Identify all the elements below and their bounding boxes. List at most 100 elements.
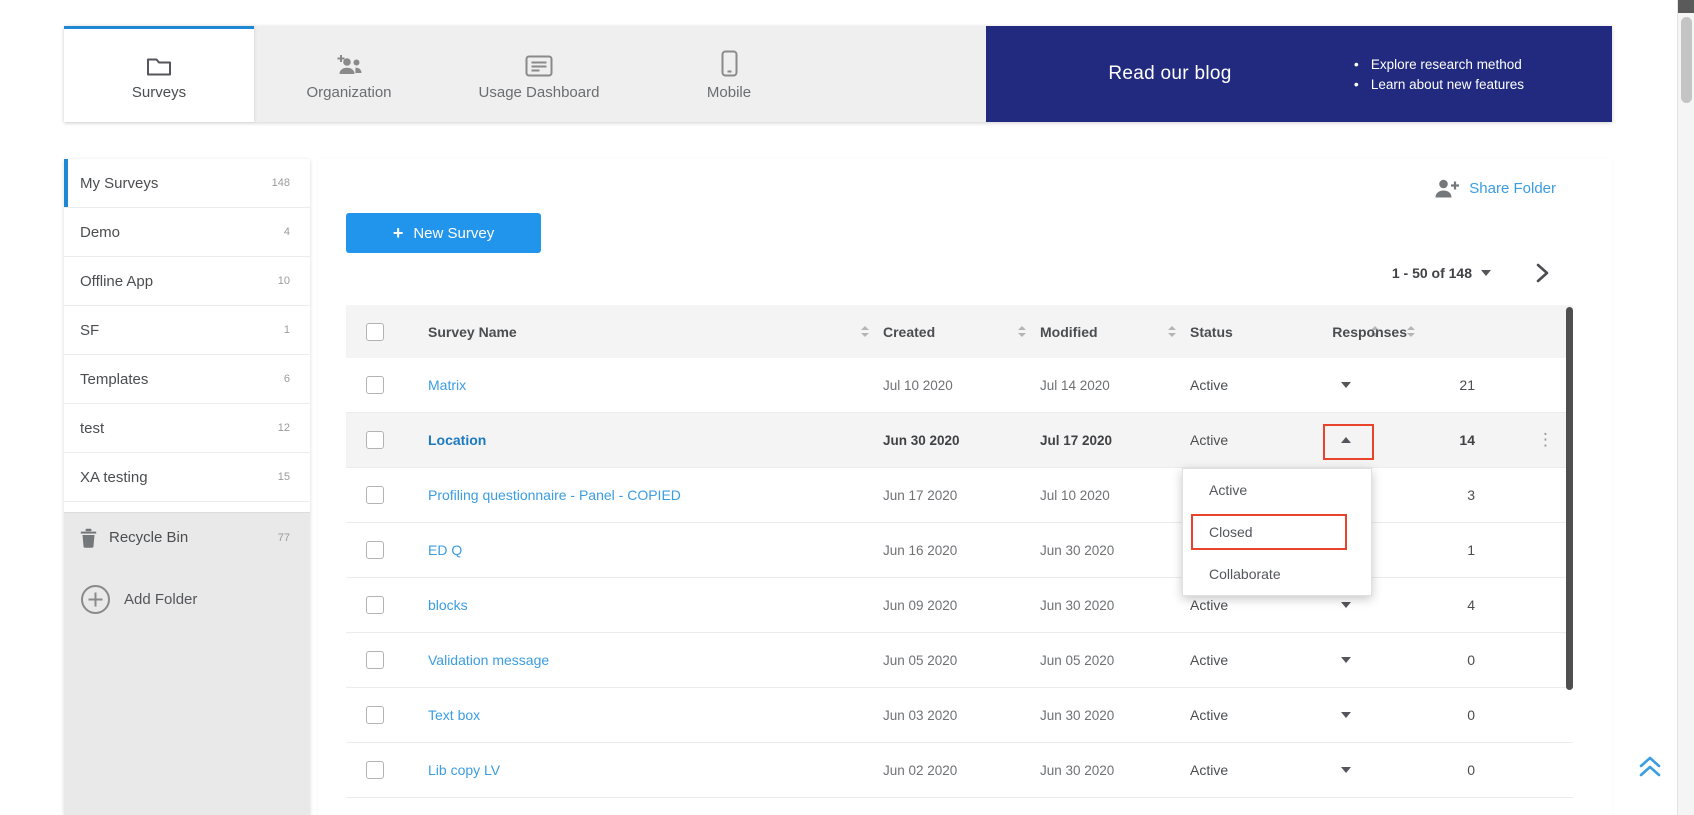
responses-cell: 3 [1393, 487, 1533, 503]
table-row-matrix[interactable]: MatrixJul 10 2020Jul 14 2020Active21 [346, 358, 1573, 413]
row-checkbox-cell [346, 486, 428, 504]
status-dropdown-caret[interactable] [1337, 708, 1355, 722]
row-checkbox[interactable] [366, 376, 384, 394]
survey-name-link[interactable]: Matrix [428, 377, 466, 393]
row-checkbox[interactable] [366, 706, 384, 724]
table-scrollbar[interactable] [1566, 307, 1573, 690]
table-row-lib-copy-lv[interactable]: Lib copy LVJun 02 2020Jun 30 2020Active0 [346, 743, 1573, 798]
sidebar-item-sf[interactable]: SF1 [64, 306, 310, 355]
sidebar-item-templates[interactable]: Templates6 [64, 355, 310, 404]
scrollbar-thumb[interactable] [1681, 17, 1692, 103]
responses-cell: 0 [1393, 762, 1533, 778]
row-checkbox[interactable] [366, 651, 384, 669]
tab-surveys[interactable]: Surveys [64, 26, 254, 122]
sidebar-item-offline-app[interactable]: Offline App10 [64, 257, 310, 306]
sidebar-lower-section: Add Folder [64, 562, 310, 815]
table-row-validation-message[interactable]: Validation messageJun 05 2020Jun 05 2020… [346, 633, 1573, 688]
tab-usage-dashboard[interactable]: Usage Dashboard [444, 26, 634, 122]
pagination-range-selector[interactable]: 1 - 50 of 148 [1392, 265, 1491, 281]
sort-icon[interactable] [1018, 326, 1026, 337]
status-cell: Active [1190, 597, 1393, 613]
sidebar-item-demo[interactable]: Demo4 [64, 208, 310, 257]
status-dropdown-caret[interactable] [1337, 378, 1355, 392]
column-header-survey-name: Survey Name [428, 324, 883, 340]
status-dropdown-caret[interactable] [1337, 653, 1355, 667]
modified-cell: Jul 14 2020 [1040, 378, 1190, 393]
scroll-to-top-button[interactable] [1636, 754, 1664, 783]
survey-name-link[interactable]: ED Q [428, 542, 462, 558]
add-folder-button[interactable]: Add Folder [80, 584, 294, 615]
row-checkbox[interactable] [366, 761, 384, 779]
column-header-created: Created [883, 324, 1040, 340]
status-dropdown-caret[interactable] [1337, 763, 1355, 777]
table-row-blocks[interactable]: blocksJun 09 2020Jun 30 2020Active4 [346, 578, 1573, 633]
table-row-ed-q[interactable]: ED QJun 16 2020Jun 30 20201 [346, 523, 1573, 578]
responses-cell: 4 [1393, 597, 1533, 613]
row-checkbox[interactable] [366, 541, 384, 559]
created-cell: Jun 03 2020 [883, 708, 1040, 723]
status-option-closed[interactable]: Closed [1183, 511, 1371, 553]
share-folder-link[interactable]: Share Folder [1469, 180, 1556, 197]
survey-name-link[interactable]: blocks [428, 597, 468, 613]
status-option-collaborate[interactable]: Collaborate [1183, 553, 1371, 595]
column-header-label: Created [883, 324, 935, 340]
folder-count: 1 [284, 324, 290, 336]
double-chevron-up-icon [1636, 754, 1664, 778]
sidebar-item-test[interactable]: test12 [64, 404, 310, 453]
sidebar-item-xa-testing[interactable]: XA testing15 [64, 453, 310, 502]
survey-name-cell: Matrix [428, 377, 883, 393]
table-row-location[interactable]: LocationJun 30 2020Jul 17 2020Active14⋮ [346, 413, 1573, 468]
scrollbar-up-arrow[interactable] [1678, 0, 1694, 13]
recycle-bin-count: 77 [278, 532, 290, 544]
next-page-button[interactable] [1535, 262, 1550, 284]
status-dropdown-caret[interactable] [1337, 598, 1355, 612]
folder-sidebar: My Surveys148Demo4Offline App10SF1Templa… [64, 159, 310, 815]
survey-list-panel: Share Folder + New Survey 1 - 50 of 148 … [318, 159, 1612, 815]
plus-icon: + [393, 224, 404, 242]
status-cell: Active [1190, 377, 1393, 393]
created-cell: Jun 17 2020 [883, 488, 1040, 503]
tab-label: Surveys [132, 84, 186, 101]
table-body: MatrixJul 10 2020Jul 14 2020Active21 Loca… [346, 358, 1573, 798]
survey-name-link[interactable]: Text box [428, 707, 480, 723]
folder-count: 15 [278, 471, 290, 483]
status-value: Active [1190, 597, 1228, 613]
survey-name-link[interactable]: Lib copy LV [428, 762, 500, 778]
new-survey-button[interactable]: + New Survey [346, 213, 541, 253]
status-value: Active [1190, 432, 1228, 448]
main-tabs: Surveys OrganizationUsage DashboardMobile [64, 26, 986, 122]
sort-icon[interactable] [1407, 326, 1415, 337]
sort-icon[interactable] [1168, 326, 1176, 337]
survey-name-link[interactable]: Profiling questionnaire - Panel - COPIED [428, 487, 681, 503]
select-all-checkbox[interactable] [366, 323, 384, 341]
row-checkbox[interactable] [366, 486, 384, 504]
top-navigation-bar: Surveys OrganizationUsage DashboardMobile… [64, 26, 1612, 122]
status-cell: Active [1190, 432, 1393, 448]
sidebar-item-recycle-bin[interactable]: Recycle Bin 77 [64, 512, 310, 562]
tab-organization[interactable]: Organization [254, 26, 444, 122]
tab-mobile[interactable]: Mobile [634, 26, 824, 122]
row-checkbox[interactable] [366, 431, 384, 449]
folder-icon [146, 50, 172, 77]
survey-name-cell: ED Q [428, 542, 883, 558]
folder-count: 148 [272, 177, 290, 189]
table-row-profiling-questionnaire-panel-copied[interactable]: Profiling questionnaire - Panel - COPIED… [346, 468, 1573, 523]
survey-name-link[interactable]: Location [428, 432, 486, 448]
status-dropdown-caret[interactable] [1337, 433, 1355, 447]
status-option-active[interactable]: Active [1183, 469, 1371, 511]
page-scrollbar[interactable] [1677, 0, 1694, 815]
responses-cell: 14 [1393, 432, 1533, 448]
responses-cell: 0 [1393, 652, 1533, 668]
sidebar-item-my-surveys[interactable]: My Surveys148 [64, 159, 310, 208]
survey-name-cell: Lib copy LV [428, 762, 883, 778]
sort-icon[interactable] [861, 326, 869, 337]
row-checkbox[interactable] [366, 596, 384, 614]
folder-count: 10 [278, 275, 290, 287]
table-row-text-box[interactable]: Text boxJun 03 2020Jun 30 2020Active0 [346, 688, 1573, 743]
folder-count: 4 [284, 226, 290, 238]
plus-circle-icon [80, 584, 111, 615]
blog-link[interactable]: Read our blog [986, 63, 1354, 85]
survey-name-link[interactable]: Validation message [428, 652, 549, 668]
row-menu-icon[interactable]: ⋮ [1533, 430, 1559, 450]
row-checkbox-cell [346, 706, 428, 724]
